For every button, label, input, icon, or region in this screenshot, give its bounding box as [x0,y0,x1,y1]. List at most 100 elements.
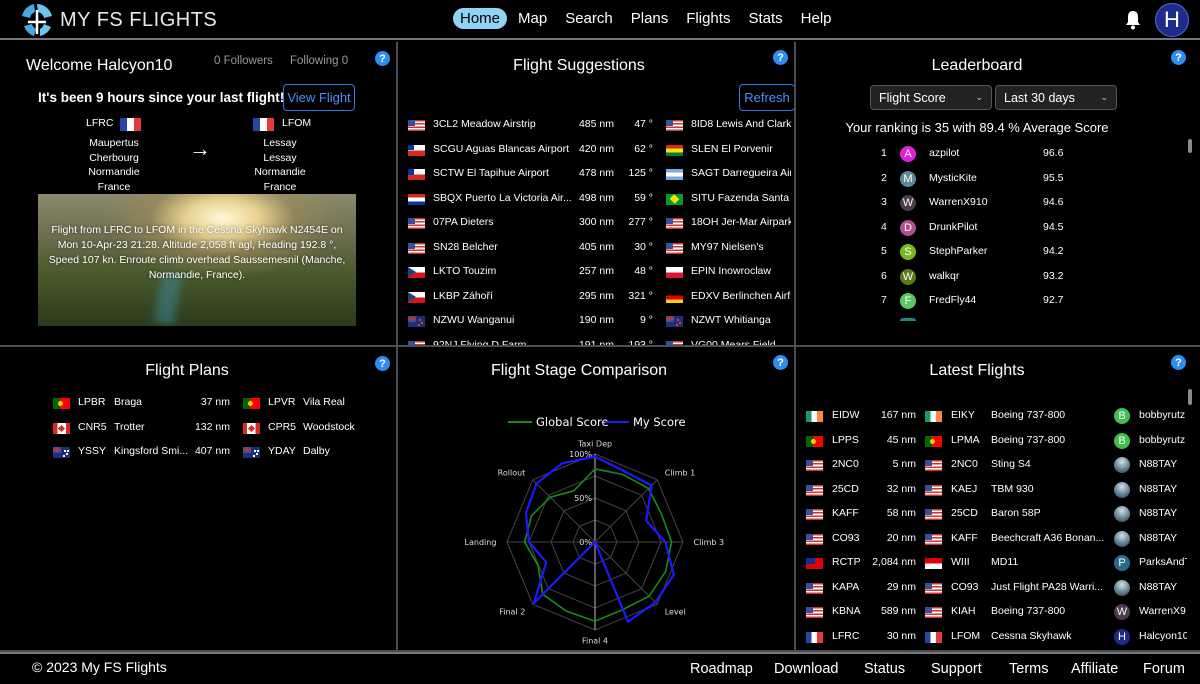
user-avatar[interactable]: F [900,293,916,309]
username[interactable]: N88TAY [1139,581,1187,593]
leaderboard-row[interactable]: 1 Aazpilot 96.6 [796,146,1186,164]
destination-airport[interactable]: MY97 Nielsen's [691,241,791,253]
user-avatar[interactable]: W [1114,604,1130,620]
logo[interactable]: MY FS FLIGHTS [20,2,217,38]
suggestion-row[interactable]: LKBP Záhoří 295 nm 321 ° EDXV Berlinchen Ai… [398,290,794,306]
latest-flight-row[interactable]: CO93 20 nm KAFF Beechcraft A36 Bonan... N88T… [796,530,1200,549]
flight-plan-row[interactable]: LPBR Braga 37 nm LPVR Vila Real [0,396,396,412]
help-icon[interactable]: ? [375,51,390,66]
destination-airport[interactable]: 8ID8 Lewis And Clark ... [691,118,791,130]
footer-link-status[interactable]: Status [864,661,905,677]
latest-flight-row[interactable]: LPPS 45 nm LPMA Boeing 737-800 Bbobbyrutz [796,432,1200,451]
origin-airport[interactable]: 3CL2 Meadow Airstrip [433,118,536,130]
metric-select[interactable]: Flight Score ⌄ [870,85,992,110]
user-avatar[interactable]: B [1114,432,1130,449]
bell-icon[interactable] [1124,9,1142,31]
username[interactable]: N88TAY [1139,458,1187,470]
destination-airport[interactable]: EPIN Inowroclaw [691,265,791,277]
username[interactable]: bobbyrutz [1139,434,1187,446]
suggestion-row[interactable]: 92NJ Flying D Farm 191 nm 193 ° VG00 Mears … [398,339,794,346]
nav-home[interactable]: Home [453,8,508,29]
user-avatar[interactable]: S [900,244,916,260]
help-icon[interactable]: ? [773,50,788,65]
suggestion-row[interactable]: SCTW El Tapihue Airport 478 nm 125 ° SAGT D… [398,167,794,183]
help-icon[interactable]: ? [375,356,390,371]
footer-link-support[interactable]: Support [931,661,982,677]
origin-airport[interactable]: NZWU Wanganui [433,314,514,326]
leaderboard-row[interactable]: 4 D DrunkPilot 94.5 [796,219,1186,238]
destination-airport[interactable]: SAGT Darregueira Airport [691,167,791,179]
origin-airport[interactable]: 92NJ Flying D Farm [433,339,526,346]
user-avatar[interactable] [1114,530,1130,547]
period-select[interactable]: Last 30 days ⌄ [995,85,1117,110]
username[interactable]: N88TAY [1139,483,1187,495]
destination-airport[interactable]: NZWT Whitianga [691,314,791,326]
user-avatar[interactable]: W [900,195,916,211]
leaderboard-row[interactable]: 6 Wwalkqr 93.2 [796,268,1186,287]
legend-label[interactable]: Global Score [536,415,609,429]
latest-flight-row[interactable]: KBNA 589 nm KIAH Boeing 737-800 W WarrenX9 [796,604,1200,622]
user-avatar[interactable]: B [1114,408,1130,424]
username[interactable]: azpilot [929,147,959,159]
view-flight-button[interactable]: View Flight [283,84,355,111]
suggestion-row[interactable]: 07PA Dieters 300 nm 277 ° 18OH Jer-Mar Airp… [398,216,794,232]
scrollbar-thumb[interactable] [1188,389,1192,405]
user-avatar[interactable]: H [1114,628,1130,645]
leaderboard-row[interactable]: 7 F FredFly44 92.7 [796,293,1186,311]
suggestion-row[interactable]: 3CL2 Meadow Airstrip 485 nm 47 ° 8ID8 Lewis… [398,118,794,134]
nav-flights[interactable]: Flights [679,8,737,29]
origin-airport[interactable]: LKBP Záhoří [433,290,493,302]
username[interactable]: N88TAY [1139,507,1187,519]
username[interactable]: bobbyrutz [1139,409,1187,421]
user-avatar[interactable]: P [1114,555,1130,571]
destination-airport[interactable]: SITU Fazenda Santa G... [691,192,791,204]
destination-airport[interactable]: VG00 Mears Field [691,339,791,346]
latest-flight-row[interactable]: 2NC0 5 nm 2NC0 Sting S4 N88TAY [796,457,1200,475]
username[interactable]: ParksAndT [1139,556,1187,568]
user-avatar[interactable] [1114,481,1130,498]
suggestion-row[interactable]: SCGU Aguas Blancas Airport 420 nm 62 ° SLEN… [398,143,794,159]
username[interactable]: Halcyon10 [1139,630,1187,642]
suggestion-row[interactable]: NZWU Wanganui 190 nm 9 ° NZWT Whitianga [398,314,794,330]
flight-photo[interactable]: Flight from LFRC to LFOM in the Cessna S… [38,194,356,326]
footer-link-forum[interactable]: Forum [1143,661,1185,677]
user-avatar[interactable]: M [900,170,916,187]
latest-flight-row[interactable]: EIDW 167 nm EIKY Boeing 737-800 Bbobbyrutz [796,408,1200,426]
user-avatar[interactable]: A [900,146,916,162]
username[interactable]: N88TAY [1139,532,1187,544]
origin-airport[interactable]: LKTO Touzim [433,265,496,277]
scrollbar-thumb[interactable] [1188,139,1192,153]
user-avatar[interactable] [1114,506,1130,522]
footer-link-affiliate[interactable]: Affiliate [1071,661,1118,677]
suggestion-row[interactable]: SBQX Puerto La Victoria Air... 498 nm 59 °… [398,192,794,208]
suggestion-row[interactable]: SN28 Belcher 405 nm 30 ° MY97 Nielsen's [398,241,794,257]
username[interactable]: DrunkPilot [929,221,977,233]
nav-stats[interactable]: Stats [741,8,789,29]
nav-map[interactable]: Map [511,8,554,29]
username[interactable]: WarrenX910 [929,196,988,208]
latest-flight-row[interactable]: KAFF 58 nm 25CD Baron 58P N88TAY [796,506,1200,524]
latest-flight-row[interactable]: 25CD 32 nm KAEJ TBM 930 N88TAY [796,481,1200,500]
nav-plans[interactable]: Plans [624,8,676,29]
footer-link-terms[interactable]: Terms [1009,661,1048,677]
nav-search[interactable]: Search [558,8,620,29]
help-icon[interactable]: ? [1171,50,1186,65]
latest-flight-row[interactable]: LFRC 30 nm LFOM Cessna Skyhawk H Halcyon10 [796,628,1200,647]
flight-plan-row[interactable]: CNR5 Trotter 132 nm CPR5 Woodstock [0,421,396,437]
user-avatar[interactable]: H [1155,3,1189,37]
user-avatar[interactable] [1114,457,1130,473]
nav-help[interactable]: Help [794,8,839,29]
origin-airport[interactable]: SCTW El Tapihue Airport [433,167,549,179]
leaderboard-row[interactable]: 2 M MysticKite 95.5 [796,170,1186,189]
flight-plan-row[interactable]: YSSY Kingsford Smi... 407 nm YDAY Dalby [0,445,396,461]
user-avatar[interactable]: D [900,219,916,236]
leaderboard-row[interactable]: 5 S StephParker 94.2 [796,244,1186,262]
origin-airport[interactable]: 07PA Dieters [433,216,494,228]
followers-count[interactable]: 0 Followers [214,55,273,67]
latest-flight-row[interactable]: KAPA 29 nm CO93 Just Flight PA28 Warri... N8… [796,579,1200,598]
user-avatar[interactable] [1114,579,1130,596]
following-count[interactable]: Following 0 [290,55,348,67]
leaderboard-row[interactable]: 3 W WarrenX910 94.6 [796,195,1186,213]
user-avatar[interactable]: W [900,268,916,285]
username[interactable]: WarrenX9 [1139,605,1187,617]
